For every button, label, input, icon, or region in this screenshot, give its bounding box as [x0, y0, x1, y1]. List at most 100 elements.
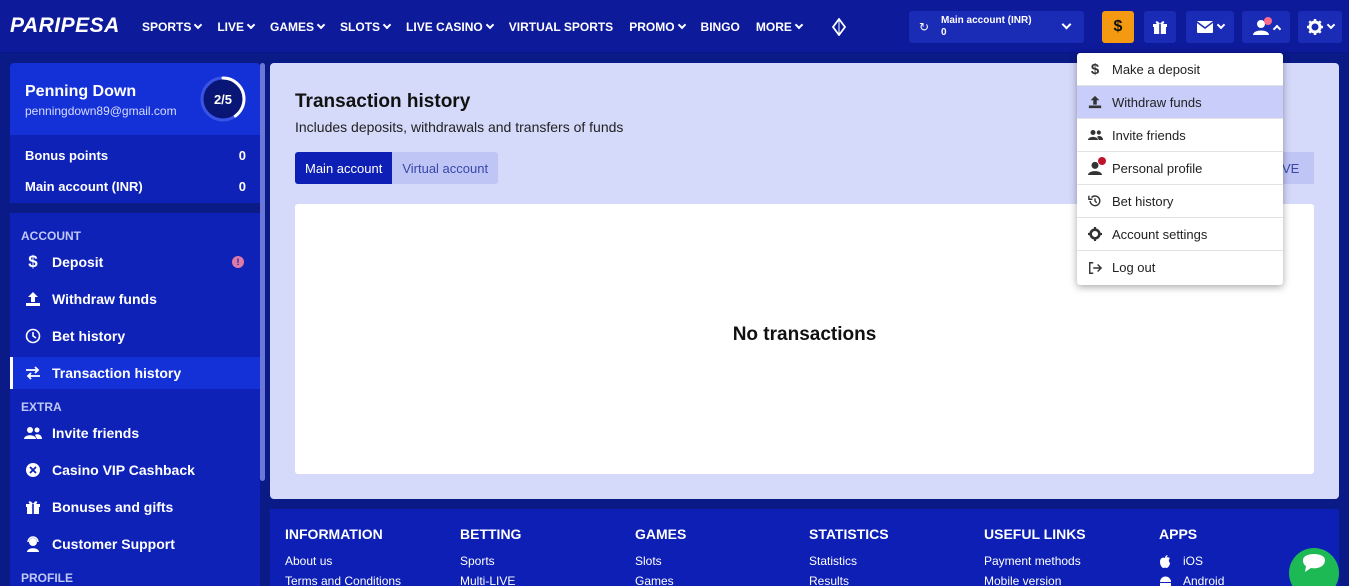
page-subtitle: Includes deposits, withdrawals and trans…	[295, 119, 624, 135]
balance-row-bonus: Bonus points 0	[25, 148, 246, 163]
footer-link[interactable]: Results	[809, 574, 889, 586]
page-title: Transaction history	[295, 91, 471, 112]
footer-link[interactable]: Mobile version	[984, 574, 1086, 586]
sidebar-item-invite-friends[interactable]: Invite friends	[10, 417, 260, 449]
menu-item-invite-friends[interactable]: Invite friends	[1077, 119, 1283, 152]
menu-item-personal-profile[interactable]: Personal profile	[1077, 152, 1283, 185]
tab-virtual-account[interactable]: Virtual account	[392, 152, 499, 184]
progress-text: 2/5	[214, 92, 232, 107]
footer-col-apps: APPS iOS Android	[1159, 526, 1225, 586]
account-value: 0	[941, 27, 947, 38]
transfer-icon	[24, 364, 42, 382]
users-icon	[24, 424, 42, 442]
nav-live-casino[interactable]: LIVE CASINO	[406, 20, 494, 34]
chevron-down-icon	[794, 20, 804, 29]
crystal-icon[interactable]	[831, 17, 846, 36]
balance-value: 0	[238, 148, 246, 163]
nav-virtual-sports[interactable]: VIRTUAL SPORTS	[509, 20, 613, 34]
footer-link[interactable]: Sports	[460, 554, 521, 568]
sidebar-item-transaction-history[interactable]: Transaction history	[10, 357, 260, 389]
footer-link[interactable]: Games	[635, 574, 686, 586]
users-icon	[1087, 127, 1103, 143]
footer-col-statistics: STATISTICS Statistics Results	[809, 526, 889, 586]
footer-col-useful-links: USEFUL LINKS Payment methods Mobile vers…	[984, 526, 1086, 586]
balance-value: 0	[238, 179, 246, 194]
sidebar-item-deposit[interactable]: $ Deposit !	[10, 246, 260, 278]
footer-link[interactable]: Slots	[635, 554, 686, 568]
section-extra: EXTRA	[21, 400, 62, 414]
chevron-down-icon	[382, 20, 392, 29]
footer-link[interactable]: About us	[285, 554, 401, 568]
tab-main-account[interactable]: Main account	[295, 152, 393, 184]
chat-button[interactable]	[1289, 548, 1339, 586]
nav-games[interactable]: GAMES	[270, 20, 326, 34]
chevron-down-icon	[194, 20, 203, 29]
sidebar-item-bet-history[interactable]: Bet history	[10, 320, 260, 352]
account-label: Main account (INR)	[941, 15, 1032, 26]
nav-more[interactable]: MORE	[756, 20, 804, 34]
nav-live[interactable]: LIVE	[217, 20, 256, 34]
menu-item-bet-history[interactable]: Bet history	[1077, 185, 1283, 218]
gift-icon	[24, 498, 42, 516]
footer-col-games: GAMES Slots Games	[635, 526, 687, 586]
empty-state: No transactions	[732, 324, 877, 345]
user-menu-button[interactable]	[1242, 11, 1290, 43]
brand-logo[interactable]: PARIPESA	[10, 14, 120, 38]
profile-card: Penning Down penningdown89@gmail.com 2/5	[10, 63, 260, 135]
account-selector[interactable]: ↻ Main account (INR) 0	[909, 11, 1084, 43]
mail-icon	[1196, 21, 1213, 33]
account-tabs: Main account Virtual account	[295, 152, 499, 184]
menu-item-account-settings[interactable]: Account settings	[1077, 218, 1283, 251]
settings-button[interactable]	[1298, 11, 1342, 43]
footer-link[interactable]: Multi-LIVE	[460, 574, 521, 586]
balance-label: Main account (INR)	[25, 179, 143, 194]
footer-link[interactable]: Payment methods	[984, 554, 1086, 568]
sidebar-item-vip-cashback[interactable]: Casino VIP Cashback	[10, 454, 260, 486]
dollar-icon: $	[1113, 18, 1123, 35]
menu-item-log-out[interactable]: Log out	[1077, 251, 1283, 284]
balance-label: Bonus points	[25, 148, 109, 163]
footer-link[interactable]: Statistics	[809, 554, 889, 568]
nav-sports[interactable]: SPORTS	[142, 20, 203, 34]
main-nav: SPORTS LIVE GAMES SLOTS LIVE CASINO VIRT…	[142, 0, 846, 53]
gift-button[interactable]	[1144, 11, 1176, 43]
chevron-up-icon	[1272, 24, 1281, 33]
profile-progress-ring[interactable]: 2/5	[199, 75, 247, 123]
profile-name: Penning Down	[25, 83, 137, 100]
sidebar-item-support[interactable]: Customer Support	[10, 528, 260, 560]
partially-hidden-button[interactable]: VE	[1280, 152, 1314, 184]
user-dropdown-menu: $ Make a deposit Withdraw funds Invite f…	[1077, 53, 1283, 285]
profile-email: penningdown89@gmail.com	[25, 104, 177, 118]
sidebar-scrollbar[interactable]	[260, 63, 265, 481]
upload-icon	[1087, 94, 1103, 110]
chevron-down-icon	[1326, 20, 1335, 30]
nav-bingo[interactable]: BINGO	[701, 20, 740, 34]
footer-col-information: INFORMATION About us Terms and Condition…	[285, 526, 402, 586]
chevron-down-icon	[246, 20, 256, 29]
user-icon	[1087, 157, 1106, 176]
chevron-down-icon	[485, 20, 494, 29]
balance-row-main: Main account (INR) 0	[25, 179, 246, 194]
nav-promo[interactable]: PROMO	[629, 20, 686, 34]
chevron-down-icon	[316, 20, 326, 29]
footer-link-ios[interactable]: iOS	[1159, 554, 1224, 568]
refresh-icon[interactable]: ↻	[913, 20, 935, 34]
deposit-button[interactable]: $	[1102, 11, 1134, 43]
footer-link[interactable]: Terms and Conditions	[285, 574, 401, 586]
notification-dot	[1264, 17, 1272, 25]
footer-link-android[interactable]: Android	[1159, 574, 1224, 586]
menu-item-withdraw-funds[interactable]: Withdraw funds	[1077, 86, 1283, 119]
site-footer: INFORMATION About us Terms and Condition…	[270, 509, 1339, 586]
sidebar-menu: ACCOUNT $ Deposit ! Withdraw funds Bet h…	[10, 213, 260, 586]
sidebar-item-bonuses[interactable]: Bonuses and gifts	[10, 491, 260, 523]
balances-panel: Bonus points 0 Main account (INR) 0	[10, 135, 260, 203]
android-icon	[1160, 576, 1171, 586]
alert-icon: !	[232, 256, 244, 268]
upload-icon	[24, 290, 42, 308]
support-icon	[24, 535, 42, 553]
vip-icon	[24, 461, 42, 479]
nav-slots[interactable]: SLOTS	[340, 20, 392, 34]
menu-item-make-deposit[interactable]: $ Make a deposit	[1077, 53, 1283, 86]
messages-button[interactable]	[1186, 11, 1234, 43]
sidebar-item-withdraw[interactable]: Withdraw funds	[10, 283, 260, 315]
